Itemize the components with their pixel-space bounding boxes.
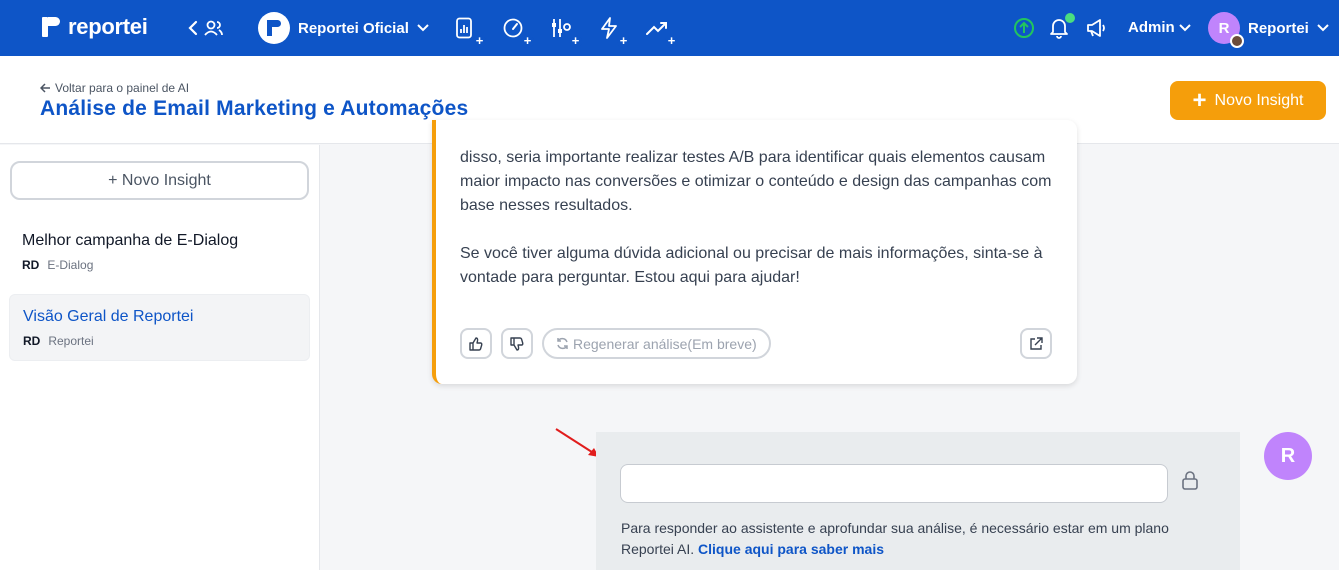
sidebar-item-title: Melhor campanha de E-Dialog — [22, 232, 239, 249]
lightning-icon[interactable]: + — [597, 16, 630, 48]
thumbs-down-icon — [510, 336, 524, 351]
regenerate-label: Regenerar análise(Em breve) — [573, 335, 757, 352]
brand-logo[interactable]: reportei — [40, 14, 148, 40]
add-dashboard-icon: + — [521, 34, 534, 48]
dashboard-gauge-icon[interactable]: + — [501, 16, 534, 48]
new-insight-button[interactable]: + Novo Insight — [1170, 81, 1326, 120]
lock-icon — [1181, 471, 1199, 496]
reply-input[interactable] — [620, 464, 1168, 503]
assistant-message-card: disso, seria importante realizar testes … — [432, 120, 1077, 384]
source-name: E-Dialog — [47, 258, 94, 272]
megaphone-icon[interactable] — [1084, 16, 1108, 40]
message-paragraph: Se você tiver alguma dúvida adicional ou… — [460, 245, 1043, 286]
assistant-message-body: disso, seria importante realizar testes … — [460, 146, 1055, 314]
chevron-down-icon — [417, 24, 429, 32]
thumbs-up-icon — [469, 336, 483, 351]
admin-label: Admin — [1128, 19, 1175, 36]
learn-more-link[interactable]: Clique aqui para saber mais — [698, 541, 884, 557]
user-chat-avatar: R — [1264, 432, 1312, 480]
share-icon — [1030, 336, 1043, 350]
sidebar-new-insight-button[interactable]: + Novo Insight — [10, 161, 309, 200]
reply-panel: Para responder ao assistente e aprofunda… — [596, 432, 1240, 570]
notification-dot — [1065, 13, 1075, 23]
chevron-down-icon — [1178, 23, 1191, 31]
reports-icon[interactable]: + — [453, 16, 486, 48]
refresh-icon — [557, 337, 568, 350]
user-initial: R — [1218, 19, 1230, 37]
source-badge: RD — [22, 258, 40, 272]
upgrade-arrow-icon[interactable] — [1012, 16, 1036, 40]
sidebar-item-reportei[interactable]: Visão Geral de Reportei RD Reportei — [9, 294, 310, 361]
user-name: Reportei — [1248, 19, 1309, 37]
admin-menu[interactable]: Admin — [1128, 19, 1191, 36]
add-automation-icon: + — [617, 34, 630, 48]
back-link-label: Voltar para o painel de AI — [55, 81, 190, 95]
plus-icon: + — [1192, 86, 1207, 114]
account-logo-icon — [258, 12, 290, 44]
account-selector[interactable]: Reportei Oficial — [258, 12, 429, 44]
chevron-down-icon — [1317, 24, 1329, 32]
user-photo-badge — [1230, 34, 1244, 48]
regenerate-analysis-button[interactable]: Regenerar análise(Em breve) — [542, 328, 771, 359]
arrow-left-icon — [40, 83, 50, 93]
source-badge: RD — [23, 334, 41, 348]
thumbs-down-button[interactable] — [501, 328, 533, 359]
message-paragraph: disso, seria importante realizar testes … — [460, 149, 1052, 214]
back-to-ai-panel-link[interactable]: Voltar para o painel de AI — [40, 81, 189, 95]
insights-sidebar: + Novo Insight Melhor campanha de E-Dial… — [0, 145, 320, 570]
sidebar-item-title: Visão Geral de Reportei — [23, 308, 194, 325]
add-report-icon: + — [473, 34, 486, 48]
user-avatar: R — [1208, 12, 1244, 48]
add-goal-icon: + — [569, 34, 582, 48]
sidebar-item-edialog[interactable]: Melhor campanha de E-Dialog RD E-Dialog — [9, 219, 310, 286]
source-name: Reportei — [48, 334, 94, 348]
plan-notice: Para responder ao assistente e aprofunda… — [621, 518, 1221, 560]
account-name: Reportei Oficial — [298, 19, 409, 37]
page-title: Análise de Email Marketing e Automações — [40, 97, 469, 120]
share-button[interactable] — [1020, 328, 1052, 359]
new-insight-label: Novo Insight — [1214, 91, 1304, 109]
trend-line-icon[interactable]: + — [645, 16, 678, 48]
users-icon[interactable] — [202, 16, 226, 40]
add-analysis-icon: + — [665, 34, 678, 48]
brand-name: reportei — [68, 14, 148, 39]
top-navigation-bar: reportei Reportei Oficial + + + + + Admi… — [0, 0, 1339, 56]
thumbs-up-button[interactable] — [460, 328, 492, 359]
reportei-logo-icon — [40, 15, 62, 39]
bell-icon[interactable] — [1047, 13, 1075, 40]
user-menu[interactable]: R Reportei — [1208, 12, 1329, 48]
goals-icon[interactable]: + — [549, 16, 582, 48]
